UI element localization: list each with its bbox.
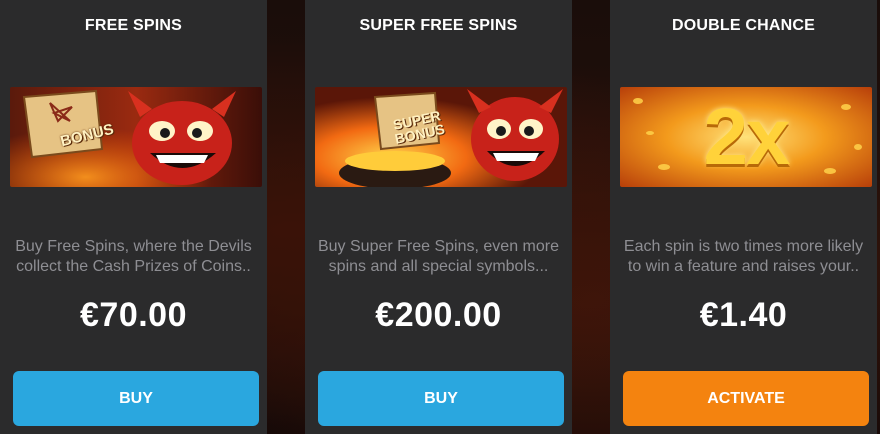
free-spins-banner-image: BONUS: [10, 87, 262, 187]
card-price: €200.00: [375, 296, 502, 334]
double-chance-card: DOUBLE CHANCE 2x Each spin is two times …: [610, 0, 877, 434]
card-title: DOUBLE CHANCE: [671, 17, 816, 34]
super-free-spins-banner-image: SUPER BONUS: [315, 87, 567, 187]
card-description: Each spin is two times more likely to wi…: [623, 238, 864, 275]
buy-super-free-spins-button[interactable]: BUY: [318, 371, 564, 426]
card-description: Buy Free Spins, where the Devils collect…: [15, 238, 252, 275]
super-free-spins-card: SUPER FREE SPINS SUPER BONUS Buy Super F…: [305, 0, 572, 434]
card-price: €70.00: [80, 296, 187, 334]
double-chance-banner-image: 2x: [620, 87, 872, 187]
card-title: SUPER FREE SPINS: [359, 17, 518, 34]
2x-banner-label: 2x: [703, 92, 791, 181]
card-title: FREE SPINS: [84, 17, 183, 34]
buy-free-spins-button[interactable]: BUY: [13, 371, 259, 426]
card-description: Buy Super Free Spins, even more spins an…: [317, 238, 559, 275]
activate-double-chance-button[interactable]: ACTIVATE: [623, 371, 869, 426]
card-price: €1.40: [699, 296, 788, 334]
free-spins-card: FREE SPINS BONUS Buy Free Spins, where t…: [0, 0, 267, 434]
